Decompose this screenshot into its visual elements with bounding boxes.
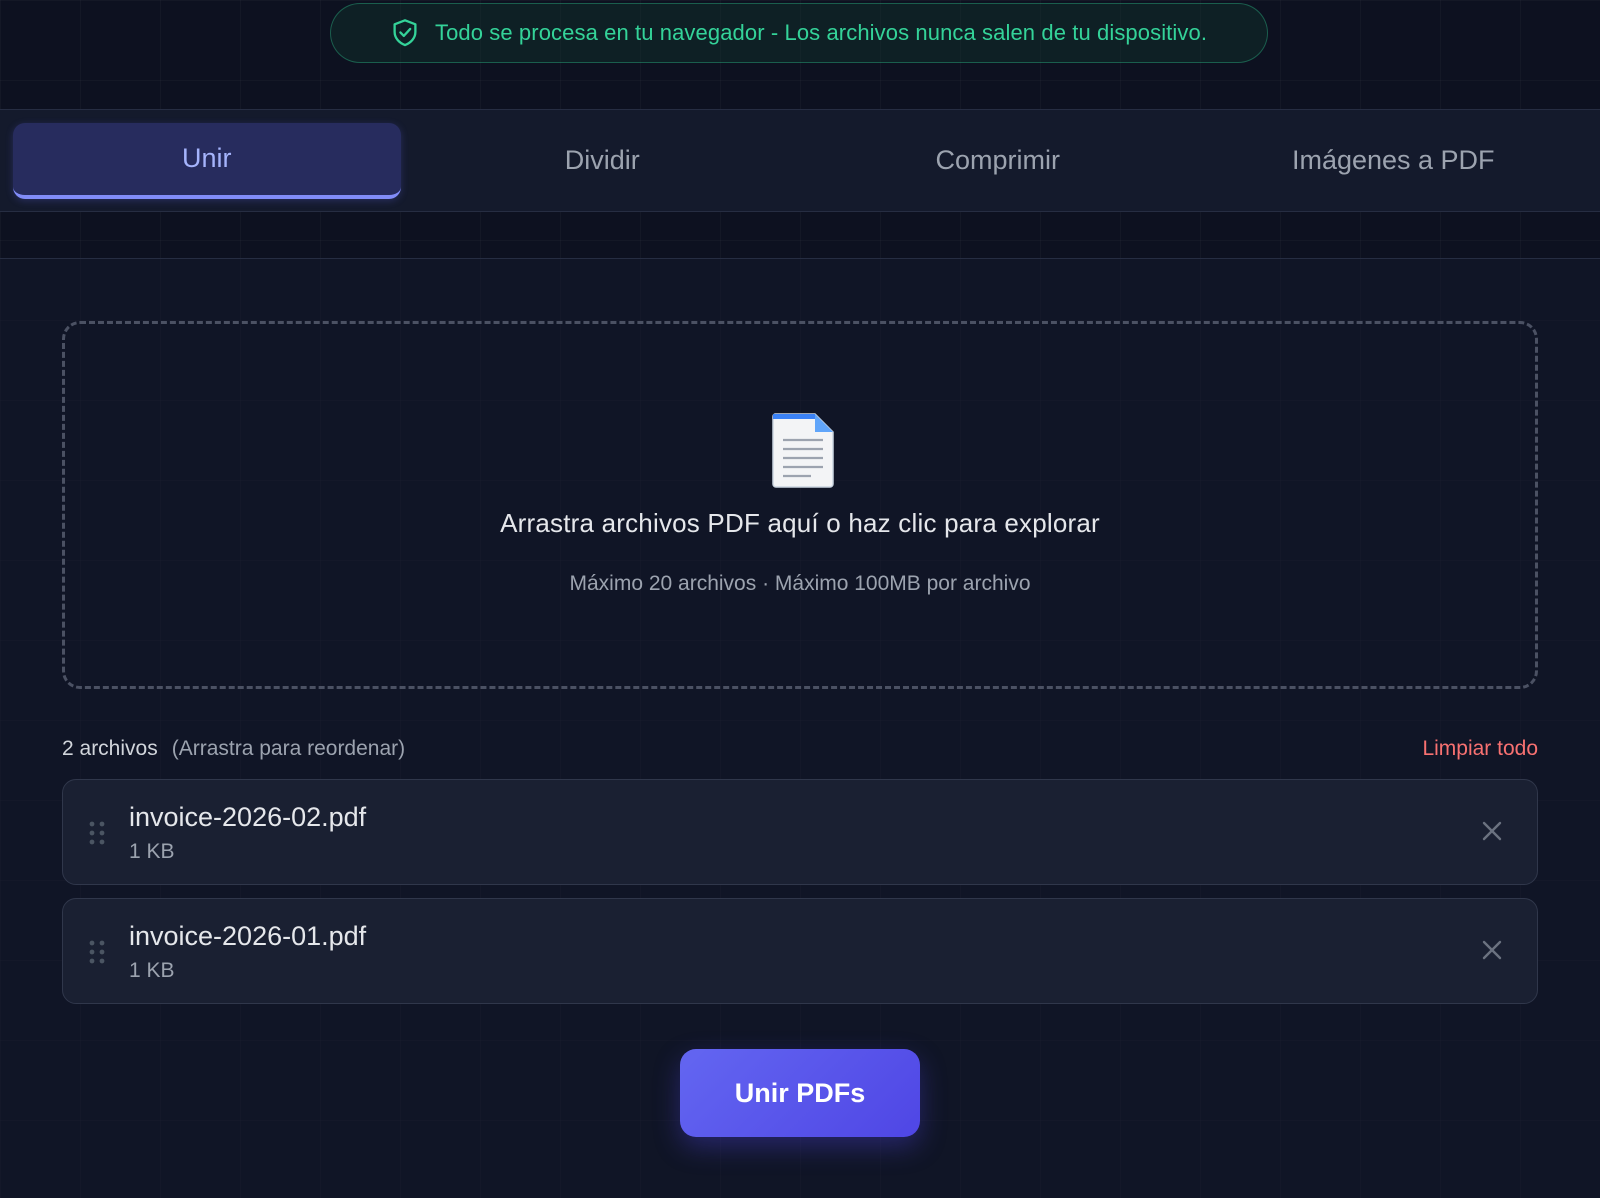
dropzone-subtitle: Máximo 20 archivos · Máximo 100MB por ar… — [569, 572, 1031, 595]
close-icon — [1481, 939, 1503, 966]
file-name: invoice-2026-02.pdf — [129, 802, 367, 832]
remove-file-button[interactable] — [1475, 935, 1509, 969]
tab-images-to-pdf[interactable]: Imágenes a PDF — [1200, 123, 1588, 199]
tab-merge[interactable]: Unir — [13, 122, 401, 199]
shield-check-icon — [391, 18, 419, 48]
file-item[interactable]: invoice-2026-01.pdf 1 KB — [62, 898, 1538, 1004]
merge-pdfs-button[interactable]: Unir PDFs — [680, 1049, 920, 1137]
file-count: 2 archivos — [62, 737, 158, 760]
file-dropzone[interactable]: Arrastra archivos PDF aquí o haz clic pa… — [62, 321, 1538, 689]
close-icon — [1481, 820, 1503, 847]
file-name: invoice-2026-01.pdf — [129, 921, 367, 951]
reorder-hint: (Arrastra para reordenar) — [171, 737, 406, 760]
file-size: 1 KB — [129, 959, 175, 982]
file-size: 1 KB — [129, 840, 175, 863]
drag-handle-icon[interactable] — [87, 939, 107, 965]
dropzone-title: Arrastra archivos PDF aquí o haz clic pa… — [500, 508, 1100, 538]
clear-all-button[interactable]: Limpiar todo — [1422, 737, 1538, 761]
remove-file-button[interactable] — [1475, 816, 1509, 850]
file-list-header: 2 archivos (Arrastra para reordenar) Limp… — [62, 734, 1538, 764]
tool-tabs: Unir Dividir Comprimir Imágenes a PDF — [0, 109, 1600, 212]
drag-handle-icon[interactable] — [87, 820, 107, 846]
document-icon — [771, 412, 835, 488]
file-item[interactable]: invoice-2026-02.pdf 1 KB — [62, 779, 1538, 885]
merge-panel: Arrastra archivos PDF aquí o haz clic pa… — [0, 258, 1600, 1198]
privacy-banner: Todo se procesa en tu navegador - Los ar… — [330, 3, 1268, 63]
tab-split[interactable]: Dividir — [409, 123, 797, 199]
tab-compress[interactable]: Comprimir — [804, 123, 1192, 199]
privacy-banner-text: Todo se procesa en tu navegador - Los ar… — [434, 20, 1208, 45]
